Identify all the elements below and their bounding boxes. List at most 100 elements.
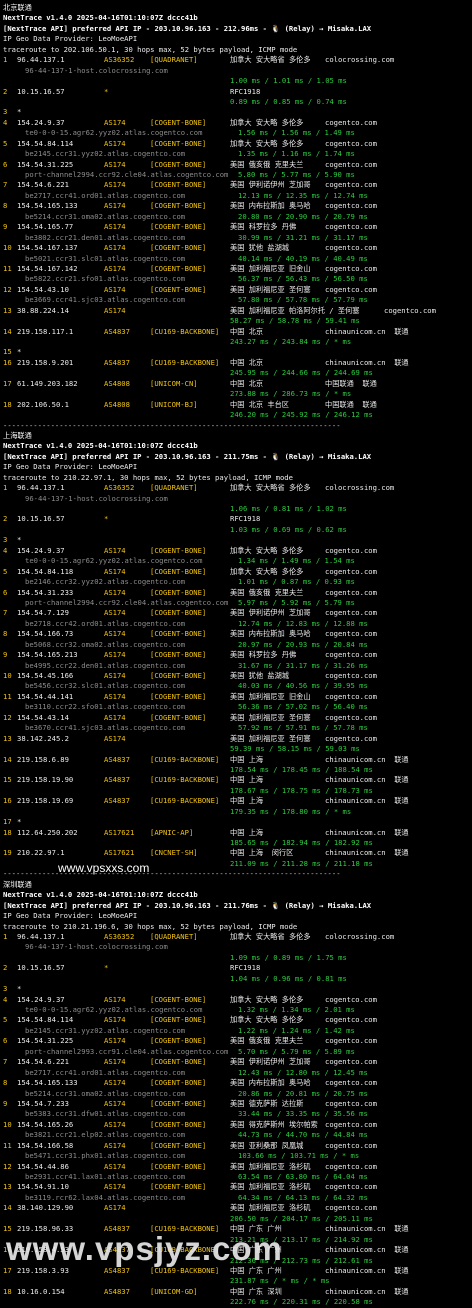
hop-domain: cogentco.com (325, 671, 377, 680)
hop-hostname: 96-44-137-1-host.colocrossing.com (25, 493, 168, 503)
hop-asn: AS4808 (104, 378, 130, 388)
hop-detail-row: 59.39 ms / 58.15 ms / 59.03 ms (3, 744, 471, 754)
hop-ip: 61.149.203.182 (17, 378, 78, 388)
tool-version-line: NextTrace v1.4.0 2025-04-16T01:10:07Z dc… (3, 441, 198, 451)
hop-number: 13 (3, 733, 12, 743)
hop-ip: 219.158.9.201 (17, 357, 74, 367)
hop-tag: [UNICOM-GD] (150, 1286, 198, 1296)
hop-rtt: 231.87 ms / * ms / * ms (230, 1276, 330, 1286)
hop-detail-row: 1.04 ms / 0.96 ms / 0.81 ms (3, 974, 471, 984)
hop-rtt: 179.35 ms / 178.80 ms / * ms (230, 806, 352, 816)
hop-rtt: 20.97 ms / 20.93 ms / 20.84 ms (238, 639, 368, 649)
hop-rtt: 12.13 ms / 12.35 ms / 12.74 ms (238, 190, 368, 200)
hop-detail-row: 1.03 ms / 0.69 ms / 0.62 ms (3, 525, 471, 535)
hop-rtt: 1.06 ms / 0.81 ms / 1.02 ms (230, 504, 347, 513)
hop-asn: * (104, 86, 109, 96)
hop-detail-row: be3119.rcr62.lax04.atlas.cogentco.com 64.… (3, 1193, 471, 1203)
hop-ip: * (17, 984, 22, 994)
hop-tag: [COGENT-BONE] (150, 587, 207, 597)
hop-asn: AS174 (104, 608, 126, 618)
hop-domain: cogentco.com (325, 222, 377, 232)
hop-row: 2 10.15.16.57 * RFC1918 (3, 963, 471, 973)
hop-detail-row: 178.67 ms / 178.75 ms / 178.73 ms (3, 786, 471, 796)
hop-detail-row: 0.89 ms / 0.85 ms / 0.74 ms (3, 97, 471, 107)
hop-asn: AS174 (104, 712, 126, 722)
hop-asn: AS4837 (104, 754, 130, 764)
hop-rtt: 40.14 ms / 40.19 ms / 40.49 ms (238, 253, 368, 263)
hop-ip: 154.54.43.14 (17, 712, 69, 722)
hop-tag: [QUADRANET] (150, 483, 198, 493)
hop-rtt: 63.54 ms / 63.80 ms / 64.04 ms (238, 1172, 368, 1181)
hop-asn: AS174 (104, 671, 126, 680)
hop-asn: AS4837 (104, 1286, 130, 1296)
hop-ip: 10.15.16.57 (17, 86, 65, 96)
hop-tag: [COGENT-BONE] (150, 159, 207, 169)
hop-detail-row: 222.76 ms / 220.31 ms / 220.58 ms (3, 1297, 471, 1307)
hop-ip: 219.158.6.89 (17, 754, 69, 764)
hop-hostname: be2145.ccr31.yyz02.atlas.cogentco.com (25, 149, 186, 159)
hop-detail-row: 185.65 ms / 182.94 ms / 182.92 ms (3, 838, 471, 848)
hop-asn: AS174 (104, 1140, 126, 1150)
hop-rtt: 0.89 ms / 0.85 ms / 0.74 ms (230, 96, 347, 106)
geo-provider-line: IP Geo Data Provider: LeoMoeAPI (3, 911, 471, 921)
tool-version-line: NextTrace v1.4.0 2025-04-16T01:10:07Z dc… (3, 13, 198, 23)
hop-ip: 154.54.6.221 (17, 180, 69, 190)
hop-ip: 219.158.3.93 (17, 1265, 69, 1275)
hop-domain: cogentco.com (325, 650, 377, 660)
hop-ip: 219.158.19.90 (17, 775, 74, 785)
hop-row: 1 96.44.137.1 AS36352 [QUADRANET] 加拿大 安大略省 多… (3, 483, 471, 493)
hop-detail-row: te0-0-0-15.agr62.yyz02.atlas.cogentco.co… (3, 128, 471, 138)
hop-hostname: be5214.ccr31.oma02.atlas.cogentco.com (25, 211, 186, 221)
hop-detail-row: be5471.ccr31.phx01.atlas.cogentco.com 103… (3, 1151, 471, 1161)
hop-tag: [COGENT-BONE] (150, 201, 207, 211)
hop-rtt: 57.92 ms / 57.91 ms / 57.78 ms (238, 723, 368, 733)
hop-asn: AS174 (104, 733, 126, 743)
hop-domain: cogentco.com (325, 243, 377, 253)
hop-row: 4 154.24.9.37 AS174 [COGENT-BONE] 加拿大 安大略 多伦… (3, 995, 471, 1005)
hop-geo: 美国 亚利桑那 凤凰城 (230, 1140, 304, 1150)
hop-domain: chinaunicom.cn 联通 (325, 775, 409, 785)
hop-rtt: 56.37 ms / 56.43 ms / 56.50 ms (238, 274, 368, 284)
hop-number: 12 (3, 712, 12, 722)
api-line: [NextTrace API] preferred API IP - 203.1… (3, 900, 372, 910)
hop-geo: 美国 俄亥俄 克里夫兰 (230, 587, 304, 597)
hop-rtt: 211.09 ms / 211.28 ms / 211.18 ms (230, 858, 373, 868)
geo-provider-line: IP Geo Data Provider: LeoMoeAPI (3, 34, 138, 44)
hop-tag: [COGENT-BONE] (150, 180, 207, 190)
hop-row: 12 154.54.43.14 AS174 [COGENT-BONE] 美国 加利福尼亚… (3, 713, 471, 723)
api-line: [NextTrace API] preferred API IP - 203.1… (3, 901, 471, 911)
hop-number: 17 (3, 1265, 12, 1275)
hop-tag: [APNIC-AP] (150, 827, 194, 837)
hop-detail-row: 179.35 ms / 178.80 ms / * ms (3, 807, 471, 817)
hop-tag: [COGENT-BONE] (150, 671, 207, 680)
hop-row: 3 * (3, 107, 471, 117)
hop-number: 16 (3, 357, 12, 367)
hop-row: 7 154.54.7.129 AS174 [COGENT-BONE] 美国 伊利诺伊州 … (3, 608, 471, 618)
hop-rtt: 20.80 ms / 20.90 ms / 20.79 ms (238, 211, 368, 221)
hop-tag: [COGENT-BONE] (150, 1140, 207, 1150)
hop-tag: [COGENT-BONE] (150, 138, 207, 148)
hop-rtt: 57.80 ms / 57.78 ms / 57.79 ms (238, 295, 368, 305)
hop-domain: cogentco.com (325, 138, 377, 148)
hop-domain: cogentco.com (325, 733, 377, 743)
hop-domain: cogentco.com (325, 201, 377, 211)
hop-row: 13 154.54.91.10 AS174 [COGENT-BONE] 美国 加利福尼亚… (3, 1182, 471, 1192)
hop-ip: 154.24.9.37 (17, 545, 65, 555)
hop-detail-row: be2145.ccr31.yyz02.atlas.cogentco.com 1.3… (3, 149, 471, 159)
hop-detail-row: be3670.ccr41.sjc03.atlas.cogentco.com 57.… (3, 723, 471, 733)
hop-domain: cogentco.com (325, 159, 377, 169)
hop-rtt: 222.76 ms / 220.31 ms / 220.58 ms (230, 1297, 373, 1307)
hop-asn: AS174 (104, 243, 126, 253)
hop-detail-row: 1.09 ms / 0.89 ms / 1.75 ms (3, 953, 471, 963)
hop-tag: [COGENT-BONE] (150, 1182, 207, 1192)
hop-geo: 美国 得克萨斯州 埃尔帕索 (230, 1119, 318, 1129)
hop-asn: * (104, 963, 109, 973)
hop-domain: colocrossing.com (325, 55, 395, 65)
hop-rtt: 5.80 ms / 5.77 ms / 5.90 ms (238, 170, 355, 179)
hop-geo: 美国 加利福尼亚 帕洛阿尔托 / 圣何塞 (230, 305, 360, 315)
hop-geo: 美国 科罗拉多 丹佛 (230, 222, 297, 232)
hop-detail-row: be3802.ccr21.den01.atlas.cogentco.com 30.… (3, 233, 471, 243)
hop-hostname: be5822.ccr21.sfo01.atlas.cogentco.com (25, 274, 186, 284)
hop-detail-row: 96-44-137-1-host.colocrossing.com (3, 494, 471, 504)
hop-ip: * (17, 107, 22, 117)
